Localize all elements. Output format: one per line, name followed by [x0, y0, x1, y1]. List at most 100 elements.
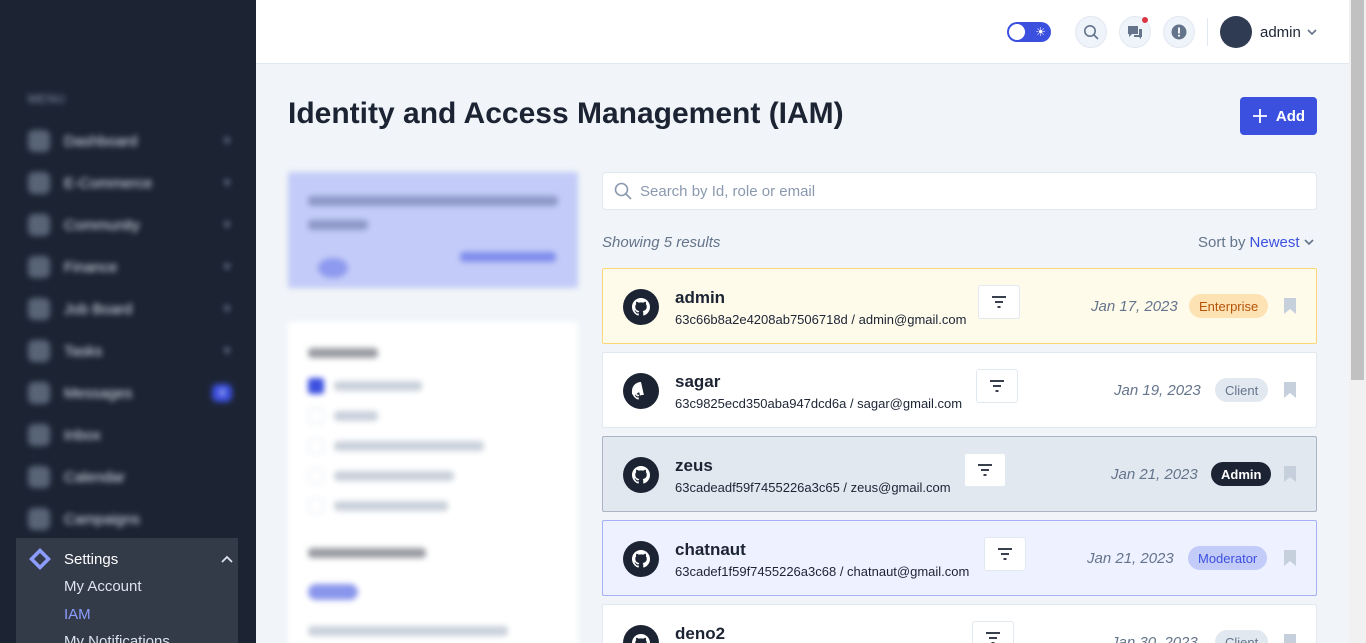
user-card[interactable]: deno2 Jan 30, 2023 Client: [602, 604, 1317, 643]
sidebar-item-label: Calendar: [64, 468, 125, 486]
user-date: Jan 30, 2023: [1111, 634, 1198, 643]
sort-value: Newest: [1249, 234, 1300, 251]
filter-icon: [986, 632, 1000, 643]
chat-notification-dot: [1142, 17, 1148, 23]
role-badge: Moderator: [1188, 546, 1268, 570]
sidebar-subitem-my-notifications[interactable]: My Notifications: [64, 633, 170, 643]
github-icon: [623, 289, 659, 325]
permissions-button[interactable]: [976, 369, 1018, 403]
filter-icon: [978, 464, 992, 476]
search-button[interactable]: [1075, 16, 1107, 48]
page-scrollbar[interactable]: [1349, 0, 1366, 643]
sidebar-item-label: Job Board: [64, 300, 133, 318]
menu-heading: MENU: [28, 92, 66, 106]
cart-icon: [28, 172, 50, 194]
sidebar-item-ecommerce[interactable]: E-Commerce ▼: [28, 169, 232, 197]
sort-label: Sort by: [1198, 234, 1246, 251]
bookmark-icon[interactable]: [1283, 465, 1297, 483]
job-type-checkbox[interactable]: [308, 438, 324, 454]
chevron-down-icon: [1307, 29, 1317, 36]
sidebar-item-finance[interactable]: Finance ▼: [28, 253, 232, 281]
add-button[interactable]: Add: [1240, 97, 1317, 135]
user-name: admin: [675, 288, 726, 307]
user-name: deno2: [675, 624, 726, 643]
dark-mode-toggle[interactable]: ☀: [1007, 22, 1051, 42]
scrollbar-thumb[interactable]: [1351, 0, 1364, 380]
user-date: Jan 21, 2023: [1111, 466, 1198, 483]
sidebar-item-label: Messages: [64, 384, 133, 402]
bookmark-icon[interactable]: [1283, 297, 1297, 315]
user-id-email: 63cadeadf59f7455226a3c65 / zeus@gmail.co…: [675, 480, 951, 495]
permissions-button[interactable]: [972, 621, 1014, 643]
inbox-icon: [28, 424, 50, 446]
user-card[interactable]: sagar 63c9825ecd350aba947dcd6a / sagar@g…: [602, 352, 1317, 428]
promo-card: [288, 172, 578, 288]
job-type-checkbox[interactable]: [308, 378, 324, 394]
users-icon: [28, 214, 50, 236]
sidebar-item-messages[interactable]: Messages 4: [28, 379, 232, 407]
sidebar-item-job-board[interactable]: Job Board ▼: [28, 295, 232, 323]
user-card[interactable]: zeus 63cadeadf59f7455226a3c65 / zeus@gma…: [602, 436, 1317, 512]
sidebar-subitem-my-account[interactable]: My Account: [64, 578, 142, 595]
permissions-button[interactable]: [964, 453, 1006, 487]
briefcase-icon: [28, 298, 50, 320]
filters-panel: [288, 322, 578, 643]
salary-text: [308, 626, 508, 636]
salary-toggle[interactable]: [308, 584, 358, 600]
sidebar-item-calendar[interactable]: Calendar: [28, 463, 232, 491]
finance-icon: [28, 256, 50, 278]
user-card[interactable]: admin 63c66b8a2e4208ab7506718d / admin@g…: [602, 268, 1317, 344]
alerts-button[interactable]: [1163, 16, 1195, 48]
add-button-label: Add: [1275, 107, 1306, 125]
sidebar-item-tasks[interactable]: Tasks ▼: [28, 337, 232, 365]
sort-dropdown[interactable]: Sort by Newest: [1198, 234, 1314, 251]
user-date: Jan 17, 2023: [1091, 298, 1178, 315]
search-icon: [1084, 25, 1099, 40]
user-id-email: 63c66b8a2e4208ab7506718d / admin@gmail.c…: [675, 312, 967, 327]
sidebar-item-settings[interactable]: Settings: [28, 546, 234, 572]
user-date: Jan 19, 2023: [1114, 382, 1201, 399]
promo-cta[interactable]: [460, 252, 556, 262]
sidebar-item-label: E-Commerce: [64, 174, 153, 192]
header-divider: [1207, 18, 1208, 46]
chevron-down-icon: ▼: [222, 345, 232, 357]
job-type-label: [334, 501, 448, 511]
user-card[interactable]: chatnaut 63cadef1f59f7455226a3c68 / chat…: [602, 520, 1317, 596]
results-count: Showing 5 results: [602, 234, 721, 251]
settings-label: Settings: [64, 550, 119, 568]
chevron-up-icon[interactable]: [220, 552, 234, 566]
bookmark-icon[interactable]: [1283, 381, 1297, 399]
bookmark-icon[interactable]: [1283, 633, 1297, 643]
sidebar-item-label: Finance: [64, 258, 118, 276]
permissions-button[interactable]: [978, 285, 1020, 319]
sidebar-item-campaigns[interactable]: Campaigns: [28, 505, 232, 533]
sidebar: MENU Dashboard ▼ E-Commerce ▼ Community ▼ F…: [0, 0, 256, 643]
sun-icon: ☀: [1035, 25, 1046, 39]
permissions-button[interactable]: [984, 537, 1026, 571]
sidebar-item-dashboard[interactable]: Dashboard ▼: [28, 127, 232, 155]
job-type-label: [334, 411, 378, 421]
chat-button[interactable]: [1119, 16, 1151, 48]
user-menu[interactable]: admin: [1260, 24, 1317, 41]
role-badge: Client: [1215, 378, 1269, 402]
user-name: admin: [1260, 24, 1301, 41]
github-icon: [623, 625, 659, 643]
sidebar-item-label: Inbox: [64, 426, 101, 444]
search-input[interactable]: [640, 182, 1280, 200]
sidebar-item-inbox[interactable]: Inbox: [28, 421, 232, 449]
sidebar-item-community[interactable]: Community ▼: [28, 211, 232, 239]
role-badge: Enterprise: [1189, 294, 1269, 318]
job-type-checkbox[interactable]: [308, 408, 324, 424]
sidebar-subitem-iam[interactable]: IAM: [64, 606, 91, 623]
job-type-checkbox[interactable]: [308, 498, 324, 514]
user-id-email: 63c9825ecd350aba947dcd6a / sagar@gmail.c…: [675, 396, 963, 411]
role-badge: Client: [1215, 630, 1269, 643]
chevron-down-icon: ▼: [222, 219, 232, 231]
toggle-knob: [1009, 24, 1025, 40]
job-type-checkbox[interactable]: [308, 468, 324, 484]
promo-text: [308, 220, 368, 230]
settings-icon: [28, 547, 52, 571]
role-badge: Admin: [1211, 462, 1272, 486]
bookmark-icon[interactable]: [1283, 549, 1297, 567]
avatar[interactable]: [1220, 16, 1252, 48]
